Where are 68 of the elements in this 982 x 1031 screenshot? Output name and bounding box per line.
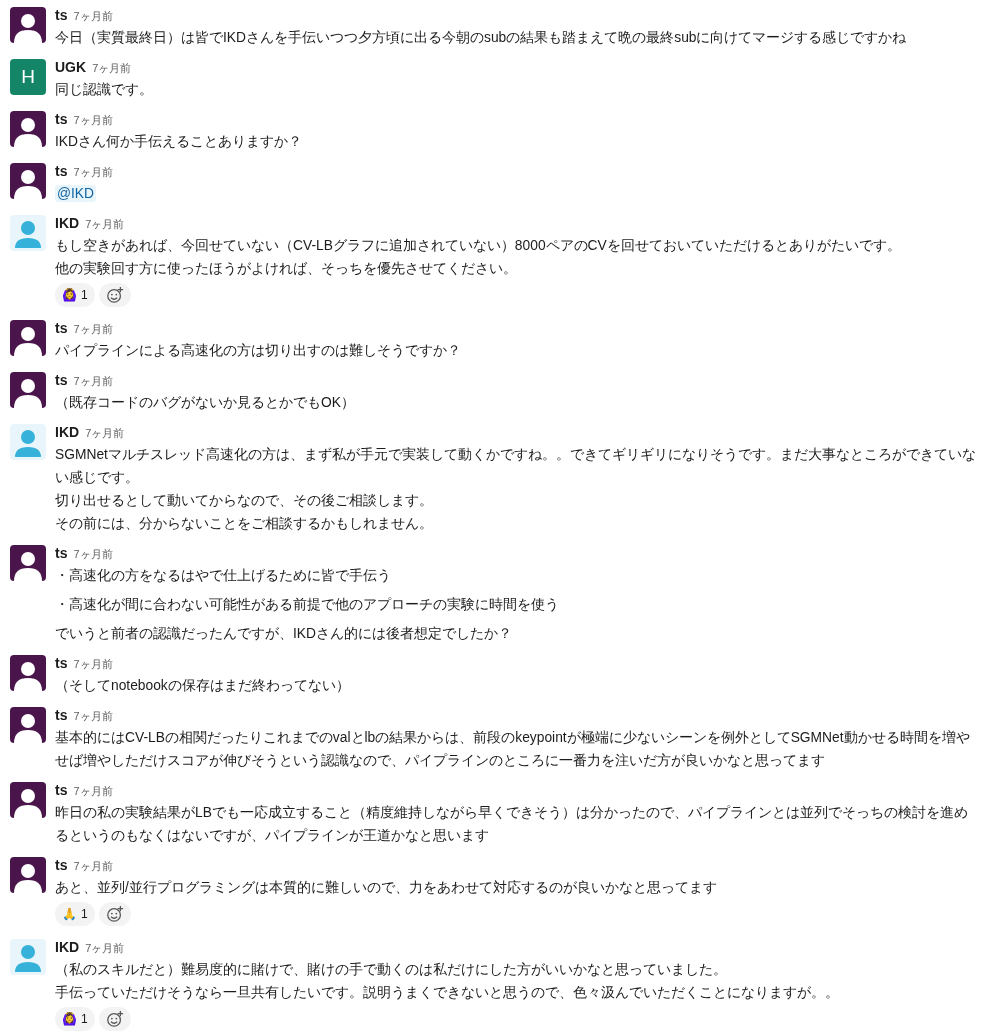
avatar-icon[interactable]	[10, 857, 46, 893]
message-text: もし空きがあれば、今回せていない（CV-LBグラフに追加されていない）8000ペアのCVを回せておいていただけるとありがたいです。	[55, 237, 902, 255]
author-name[interactable]: ts	[55, 372, 68, 388]
avatar-icon[interactable]	[10, 545, 46, 581]
timestamp[interactable]: 7ヶ月前	[73, 547, 113, 562]
reaction-button[interactable]: 🙆‍♀ 1	[55, 1007, 95, 1031]
message-text: 基本的にはCV-LBの相関だったりこれまでのvalとlbの結果からは、前段のkeypointが極端に少ないシーンを例外としてSGMNet動かせる時間を増やせば増やしただけスコアが伸びそうという認識なので、パイプラインのところに一番力を注いだ方が良いかなと思ってます	[55, 729, 971, 770]
author-name[interactable]: UGK	[55, 59, 87, 75]
timestamp[interactable]: 7ヶ月前	[73, 859, 113, 874]
author-name[interactable]: IKD	[55, 424, 80, 440]
timestamp[interactable]: 7ヶ月前	[85, 941, 125, 956]
timestamp[interactable]: 7ヶ月前	[73, 657, 113, 672]
message-text: 手伝っていただけそうなら一旦共有したいです。説明うまくできないと思うので、色々汲んでいただくことになりますが。。	[55, 984, 840, 1002]
timestamp[interactable]: 7ヶ月前	[73, 709, 113, 724]
add-reaction-button[interactable]	[98, 283, 131, 307]
author-name[interactable]: ts	[55, 163, 68, 179]
avatar-icon[interactable]	[10, 655, 46, 691]
add-emoji-icon	[105, 905, 124, 923]
message-text: （そしてnotebookの保存はまだ終わってない）	[55, 677, 351, 695]
avatar-icon[interactable]	[10, 782, 46, 818]
avatar-icon[interactable]	[10, 707, 46, 743]
avatar-icon[interactable]	[10, 111, 46, 147]
add-emoji-icon	[105, 1010, 124, 1028]
message-text: IKDさん何か手伝えることありますか？	[55, 133, 303, 151]
message-text: ・高速化が間に合わない可能性がある前提で他のアプローチの実験に時間を使う	[55, 596, 560, 614]
message-text: （既存コードのバグがないか見るとかでもOK）	[55, 394, 356, 412]
message-text: パイプラインによる高速化の方は切り出すのは難しそうですか？	[55, 342, 462, 360]
message-text: （私のスキルだと）難易度的に賭けで、賭けの手で動くのは私だけにした方がいいかなと思っていました。	[55, 961, 728, 979]
avatar-icon[interactable]	[10, 7, 46, 43]
message-text: 他の実験回す方に使ったほうがよければ、そっちを優先させてください。	[55, 260, 518, 278]
timestamp[interactable]: 7ヶ月前	[73, 784, 113, 799]
add-reaction-button[interactable]	[98, 1007, 131, 1031]
avatar-icon[interactable]	[10, 320, 46, 356]
timestamp[interactable]: 7ヶ月前	[73, 165, 113, 180]
mention-link[interactable]: @IKD	[55, 185, 96, 202]
author-name[interactable]: ts	[55, 655, 68, 671]
timestamp[interactable]: 7ヶ月前	[73, 322, 113, 337]
add-emoji-icon	[105, 286, 124, 304]
author-name[interactable]: ts	[55, 7, 68, 23]
message-text: でいうと前者の認識だったんですが、IKDさん的には後者想定でしたか？	[55, 625, 513, 643]
author-name[interactable]: ts	[55, 111, 68, 127]
timestamp[interactable]: 7ヶ月前	[92, 61, 132, 76]
message-text: 今日（実質最終日）は皆でIKDさんを手伝いつつ夕方頃に出る今朝のsubの結果も踏まえて晩の最終subに向けてマージする感じですかね	[55, 29, 908, 47]
author-name[interactable]: ts	[55, 320, 68, 336]
message-text: 切り出せるとして動いてからなので、その後ご相談します。	[55, 492, 434, 510]
message-text: あと、並列/並行プログラミングは本質的に難しいので、力をあわせて対応するのが良いかなと思ってます	[55, 879, 718, 897]
add-reaction-button[interactable]	[98, 902, 131, 926]
timestamp[interactable]: 7ヶ月前	[73, 113, 113, 128]
timestamp[interactable]: 7ヶ月前	[85, 217, 125, 232]
author-name[interactable]: ts	[55, 707, 68, 723]
author-name[interactable]: ts	[55, 782, 68, 798]
message-text: ・高速化の方をなるはやで仕上げるために皆で手伝う	[55, 567, 392, 585]
timestamp[interactable]: 7ヶ月前	[73, 374, 113, 389]
avatar-icon[interactable]	[10, 372, 46, 408]
timestamp[interactable]: 7ヶ月前	[85, 426, 125, 441]
reaction-button[interactable]: 🙆‍♀ 1	[55, 283, 95, 307]
message-text: SGMNetマルチスレッド高速化の方は、まず私が手元で実装して動くかですね。。できてギリギリになりそうです。まだ大事なところができていない感じです。	[55, 446, 977, 487]
author-name[interactable]: ts	[55, 545, 68, 561]
author-name[interactable]: IKD	[55, 215, 80, 231]
message-text: 昨日の私の実験結果がLBでも一応成立すること（精度維持しながら早くできそう）は分かったので、パイプラインとは並列でそっちの検討を進めるというのもなくはないですが、パイプラインが王道かなと思います	[55, 804, 969, 845]
author-name[interactable]: ts	[55, 857, 68, 873]
timestamp[interactable]: 7ヶ月前	[73, 9, 113, 24]
avatar[interactable]: H	[10, 59, 46, 95]
message-text: 同じ認識です。	[55, 81, 154, 99]
avatar-icon[interactable]	[10, 163, 46, 199]
author-name[interactable]: IKD	[55, 939, 80, 955]
reaction-button[interactable]: 🙏 1	[55, 902, 95, 926]
message-text: その前には、分からないことをご相談するかもしれません。	[55, 515, 434, 533]
